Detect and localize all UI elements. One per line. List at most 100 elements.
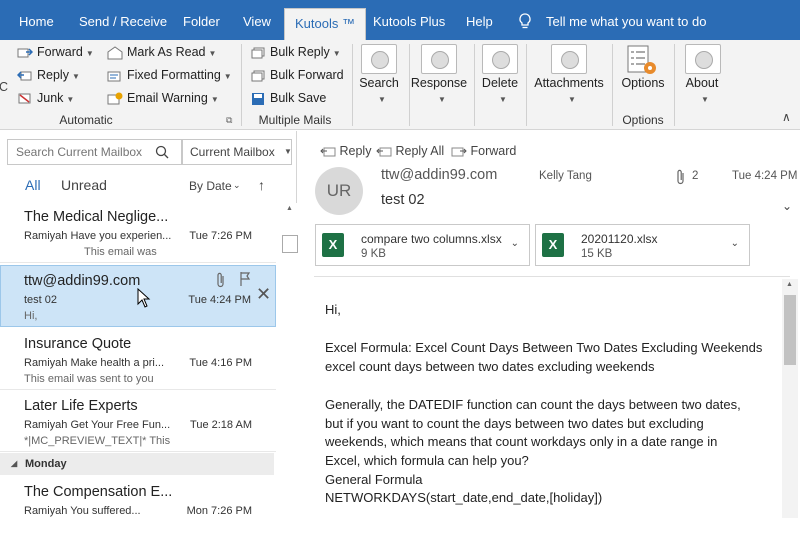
chevron-down-icon: ▼ [568, 95, 576, 104]
junk-icon [18, 93, 31, 104]
tab-send-receive[interactable]: Send / Receive [79, 0, 167, 40]
ribbon-separator [526, 44, 527, 126]
tab-help[interactable]: Help [466, 0, 493, 40]
mail-item[interactable]: The Compensation E... Ramiyah You suffer… [0, 476, 276, 538]
bulk-reply-label: Bulk Reply [270, 45, 330, 59]
bulk-reply-button[interactable]: Bulk Reply ▼ [250, 42, 341, 62]
attachment-card[interactable]: X compare two columns.xlsx 9 KB ⌄ [315, 224, 530, 266]
ribbon-separator [612, 44, 613, 126]
tab-kutools[interactable]: Kutools ™ [284, 8, 366, 40]
ribbon-separator [674, 44, 675, 126]
reply-icon [320, 147, 336, 157]
reply-all-action[interactable]: Reply All [376, 144, 444, 158]
dialog-launcher-icon[interactable]: ⧉ [226, 115, 232, 126]
attachment-card[interactable]: X 20201120.xlsx 15 KB ⌄ [535, 224, 750, 266]
bulk-save-button[interactable]: Bulk Save [250, 88, 326, 108]
attachments-big-button[interactable] [551, 44, 587, 74]
sort-by-date[interactable]: By Date [189, 179, 232, 193]
mail-list-scrollbar[interactable]: ▲ [282, 203, 298, 518]
fixed-formatting-button[interactable]: Fixed Formatting ▼ [107, 65, 232, 85]
group-header[interactable]: ◢ Monday [0, 453, 274, 475]
chevron-down-icon: ▼ [85, 49, 94, 58]
group-header-label: Monday [25, 458, 67, 470]
reply-icon [17, 71, 32, 81]
email-warning-button[interactable]: Email Warning ▼ [107, 88, 219, 108]
collapse-ribbon-icon[interactable]: ∧ [782, 110, 791, 124]
search-box[interactable] [7, 139, 182, 165]
mail-preview: Hi, [24, 310, 38, 322]
group-label-multiple-mails: Multiple Mails [258, 113, 332, 127]
search-input[interactable] [8, 140, 148, 164]
forward-action[interactable]: Forward [451, 144, 516, 158]
body-line: excel count days between two dates exclu… [325, 359, 655, 374]
attachment-size: 9 KB [361, 248, 386, 260]
mail-time: Tue 4:24 PM [188, 294, 251, 306]
chevron-down-icon[interactable]: ⌄ [511, 238, 519, 249]
recipient-name[interactable]: Kelly Tang [539, 170, 592, 182]
about-label[interactable]: About [679, 76, 725, 90]
options-label[interactable]: Options [617, 76, 669, 90]
mail-sender: Later Life Experts [24, 398, 138, 414]
fixed-formatting-label: Fixed Formatting [127, 68, 221, 82]
response-big-button[interactable] [421, 44, 457, 74]
reply-button[interactable]: Reply ▼ [17, 65, 80, 85]
junk-button[interactable]: Junk ▼ [17, 88, 74, 108]
tab-folder[interactable]: Folder [183, 0, 220, 40]
chevron-down-icon: ▼ [438, 95, 446, 104]
message-subject: test 02 [381, 192, 425, 208]
filter-unread[interactable]: Unread [61, 177, 107, 193]
response-label[interactable]: Response [410, 76, 468, 90]
mail-sender: The Compensation E... [24, 484, 173, 500]
scroll-up-icon[interactable]: ▲ [786, 281, 793, 288]
warning-icon [107, 92, 123, 105]
body-line: weekends, which means that count workday… [325, 434, 718, 449]
mail-item[interactable]: Later Life Experts Ramiyah Get Your Free… [0, 390, 276, 452]
sort-direction-arrow-icon[interactable]: ↑ [258, 177, 265, 193]
tell-me-box[interactable]: Tell me what you want to do [546, 0, 706, 40]
ribbon: C Forward ▼ Reply ▼ Junk ▼ Mark As Read ▼ Fi… [0, 40, 800, 130]
filter-all[interactable]: All [25, 177, 41, 193]
collapse-triangle-icon[interactable]: ◢ [11, 453, 17, 475]
forward-button[interactable]: Forward ▼ [17, 42, 94, 62]
scrollbar-thumb[interactable] [784, 295, 796, 365]
sender-address[interactable]: ttw@addin99.com [381, 167, 497, 183]
ribbon-tab-bar: Home Send / Receive Folder View Kutools … [0, 0, 800, 40]
mail-item[interactable]: The Medical Neglige... Ramiyah Have you … [0, 201, 276, 263]
mail-subject: Ramiyah Make health a pri... [24, 357, 165, 369]
message-body[interactable]: Hi, Excel Formula: Excel Count Days Betw… [314, 276, 790, 518]
ribbon-separator [352, 44, 353, 126]
tab-view[interactable]: View [243, 0, 271, 40]
mark-as-read-button[interactable]: Mark As Read ▼ [107, 42, 216, 62]
reading-pane-scrollbar[interactable]: ▲ [782, 279, 798, 518]
delete-label[interactable]: Delete [478, 76, 522, 90]
received-time: Tue 4:24 PM [732, 170, 798, 182]
attachments-label[interactable]: Attachments [531, 76, 607, 90]
chevron-down-icon[interactable]: ⌄ [233, 180, 241, 191]
bulk-forward-icon [251, 70, 265, 82]
expand-header-icon[interactable]: ⌄ [782, 199, 792, 213]
mail-sender: The Medical Neglige... [24, 209, 169, 225]
mail-item-selected[interactable]: ttw@addin99.com test 02 Tue 4:24 PM Hi, … [0, 265, 276, 327]
delete-x-icon[interactable]: ✕ [256, 284, 271, 305]
search-scope-dropdown[interactable]: Current Mailbox ▼ [182, 139, 292, 165]
delete-big-button[interactable] [482, 44, 518, 74]
search-icon[interactable] [155, 145, 169, 159]
mail-item[interactable]: Insurance Quote Ramiyah Make health a pr… [0, 328, 276, 390]
mail-subject: test 02 [24, 294, 58, 306]
body-line: NETWORKDAYS(start_date,end_date,[holiday… [325, 490, 603, 505]
about-big-button[interactable] [685, 44, 721, 74]
scroll-up-icon[interactable]: ▲ [286, 205, 293, 212]
reply-action[interactable]: Reply [320, 144, 371, 158]
scrollbar-thumb[interactable] [282, 235, 298, 253]
bulk-forward-button[interactable]: Bulk Forward [250, 65, 344, 85]
excel-file-icon: X [322, 233, 344, 257]
search-big-button[interactable] [361, 44, 397, 74]
chevron-down-icon[interactable]: ⌄ [731, 238, 739, 249]
options-icon[interactable] [626, 44, 660, 78]
search-label[interactable]: Search [355, 76, 403, 90]
chevron-down-icon: ▼ [71, 72, 80, 81]
flag-icon[interactable] [239, 271, 251, 287]
tab-kutools-plus[interactable]: Kutools Plus [373, 0, 445, 40]
tab-home[interactable]: Home [19, 0, 54, 40]
chevron-down-icon: ▼ [332, 49, 341, 58]
